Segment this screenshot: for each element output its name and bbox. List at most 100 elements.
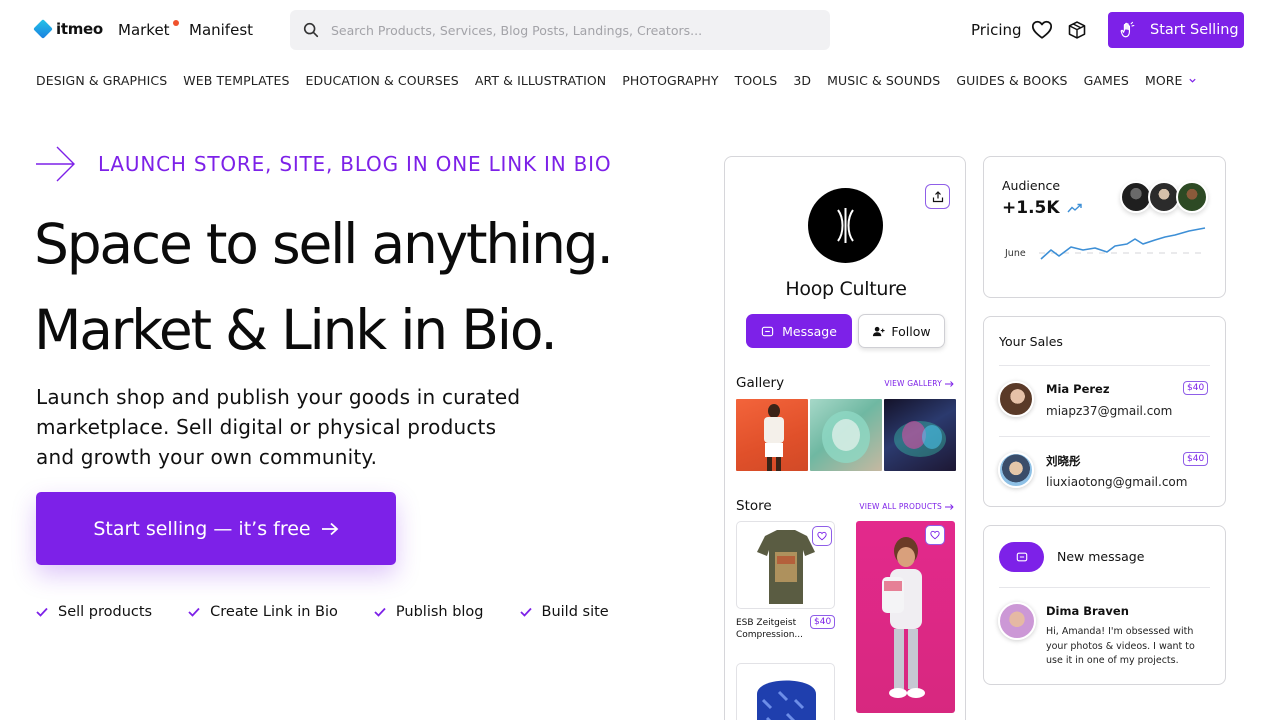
product-name: ESB Zeitgeist Compression... xyxy=(736,618,803,640)
feature-label: Build site xyxy=(541,604,609,620)
notification-dot xyxy=(172,20,179,26)
category-tools[interactable]: TOOLS xyxy=(735,73,778,88)
sale-price: $40 xyxy=(1183,452,1209,466)
avatar xyxy=(998,452,1034,488)
sales-title: Your Sales xyxy=(999,334,1063,349)
product-card[interactable] xyxy=(736,521,835,609)
top-navigation: itmeo Market Manifest Pricing Start Sell… xyxy=(0,0,1280,60)
sale-price: $40 xyxy=(1183,381,1209,395)
product-card[interactable] xyxy=(736,663,835,720)
hand-wave-icon xyxy=(1120,21,1135,38)
start-selling-button[interactable]: Start Selling xyxy=(1108,12,1244,48)
category-3d[interactable]: 3D xyxy=(793,73,811,88)
category-games[interactable]: GAMES xyxy=(1084,73,1129,88)
share-button[interactable] xyxy=(925,184,950,209)
message-preview: Hi, Amanda! I'm obsessed with your photo… xyxy=(1046,626,1195,666)
nav-market-link[interactable]: Market xyxy=(118,20,179,39)
message-button[interactable]: Message xyxy=(746,314,852,348)
hero-eyebrow-text: LAUNCH STORE, SITE, BLOG IN ONE LINK IN … xyxy=(98,152,612,176)
search-input[interactable] xyxy=(331,22,811,38)
gallery-photo-sneakers xyxy=(894,421,946,457)
buyer-email: miapz37@gmail.com xyxy=(1046,404,1173,418)
new-message-button[interactable] xyxy=(999,542,1044,572)
search-icon xyxy=(303,22,319,38)
gallery-photo-person xyxy=(764,404,784,471)
brand-avatar xyxy=(808,188,883,263)
chat-bubble-icon xyxy=(761,326,774,336)
feature-label: Sell products xyxy=(58,604,153,620)
wishlist-heart-icon[interactable] xyxy=(1031,19,1053,41)
heart-icon xyxy=(930,530,940,540)
hero-headline-line-1: Space to sell anything. xyxy=(34,212,614,276)
arrow-right-icon xyxy=(321,522,338,535)
check-icon xyxy=(374,607,386,617)
hoop-culture-logo-icon xyxy=(837,208,854,243)
feature-item: Create Link in Bio xyxy=(188,604,338,620)
category-photography[interactable]: PHOTOGRAPHY xyxy=(622,73,718,88)
logo-mark-icon xyxy=(33,19,53,39)
hero-eyebrow: LAUNCH STORE, SITE, BLOG IN ONE LINK IN … xyxy=(36,146,611,182)
arrow-right-icon xyxy=(945,503,954,510)
category-more-label: MORE xyxy=(1144,73,1183,88)
product-blue-backpack-image xyxy=(757,680,816,720)
package-box-icon[interactable] xyxy=(1067,20,1087,40)
divider xyxy=(999,587,1210,588)
logo-text: itmeo xyxy=(56,20,103,38)
category-art-illustration[interactable]: ART & ILLUSTRATION xyxy=(475,73,606,88)
nav-manifest-link[interactable]: Manifest xyxy=(189,21,253,39)
feature-list: Sell products Create Link in Bio Publish… xyxy=(36,604,609,620)
cta-label: Start selling — it’s free xyxy=(93,517,311,540)
message-card: New message Dima Braven Hi, Amanda! I'm … xyxy=(983,525,1226,685)
message-button-label: Message xyxy=(782,323,837,339)
gallery-image[interactable] xyxy=(810,399,882,471)
feature-item: Build site xyxy=(519,604,609,620)
chevron-down-icon xyxy=(1188,78,1196,83)
product-backpack-model-image xyxy=(882,537,925,698)
audience-card: Audience +1.5K June xyxy=(983,156,1226,298)
avatar xyxy=(1176,181,1208,213)
sender-name: Dima Braven xyxy=(1046,604,1129,618)
feature-item: Publish blog xyxy=(374,604,484,620)
share-upload-icon xyxy=(932,190,943,202)
store-title: Store xyxy=(736,498,772,514)
start-selling-label: Start Selling xyxy=(1150,22,1239,38)
product-card[interactable] xyxy=(856,521,955,713)
category-guides-books[interactable]: GUIDES & BOOKS xyxy=(956,73,1067,88)
long-arrow-right-icon xyxy=(36,146,75,182)
check-icon xyxy=(519,607,532,617)
view-all-products-link[interactable]: VIEW ALL PRODUCTS xyxy=(859,502,954,511)
category-design-graphics[interactable]: DESIGN & GRAPHICS xyxy=(36,73,167,88)
category-music-sounds[interactable]: MUSIC & SOUNDS xyxy=(827,73,940,88)
buyer-name: 刘晓彤 xyxy=(1046,454,1081,468)
pricing-link[interactable]: Pricing xyxy=(971,21,1022,39)
category-more-dropdown[interactable]: MORE xyxy=(1145,73,1197,88)
search-bar[interactable] xyxy=(290,10,830,50)
follow-button-label: Follow xyxy=(891,323,931,339)
favorite-button[interactable] xyxy=(925,525,945,545)
gallery-image[interactable] xyxy=(736,399,808,471)
category-web-templates[interactable]: WEB TEMPLATES xyxy=(183,73,289,88)
gallery-photo-backpack xyxy=(822,411,870,463)
category-education-courses[interactable]: EDUCATION & COURSES xyxy=(306,73,459,88)
avatar xyxy=(998,602,1036,640)
profile-card: Hoop Culture Message Follow Gallery VIEW… xyxy=(724,156,966,720)
audience-label: Audience xyxy=(1002,178,1061,193)
divider xyxy=(999,436,1210,437)
trend-up-icon xyxy=(1067,203,1082,213)
follow-button[interactable]: Follow xyxy=(858,314,945,348)
gallery-title: Gallery xyxy=(736,375,785,391)
category-bar: DESIGN & GRAPHICS WEB TEMPLATES EDUCATIO… xyxy=(36,73,1213,88)
user-plus-icon xyxy=(873,326,885,336)
feature-item: Sell products xyxy=(36,604,152,620)
check-icon xyxy=(36,607,48,617)
view-gallery-link[interactable]: VIEW GALLERY xyxy=(884,379,954,388)
gallery-image[interactable] xyxy=(884,399,956,471)
audience-value: +1.5K xyxy=(1002,198,1083,218)
follower-avatars xyxy=(1120,181,1208,213)
start-selling-free-button[interactable]: Start selling — it’s free xyxy=(36,492,396,565)
buyer-name: Mia Perez xyxy=(1046,382,1110,396)
logo[interactable]: itmeo xyxy=(33,19,103,39)
chat-bubble-icon xyxy=(1016,552,1027,562)
favorite-button[interactable] xyxy=(812,526,832,546)
divider xyxy=(999,365,1210,366)
